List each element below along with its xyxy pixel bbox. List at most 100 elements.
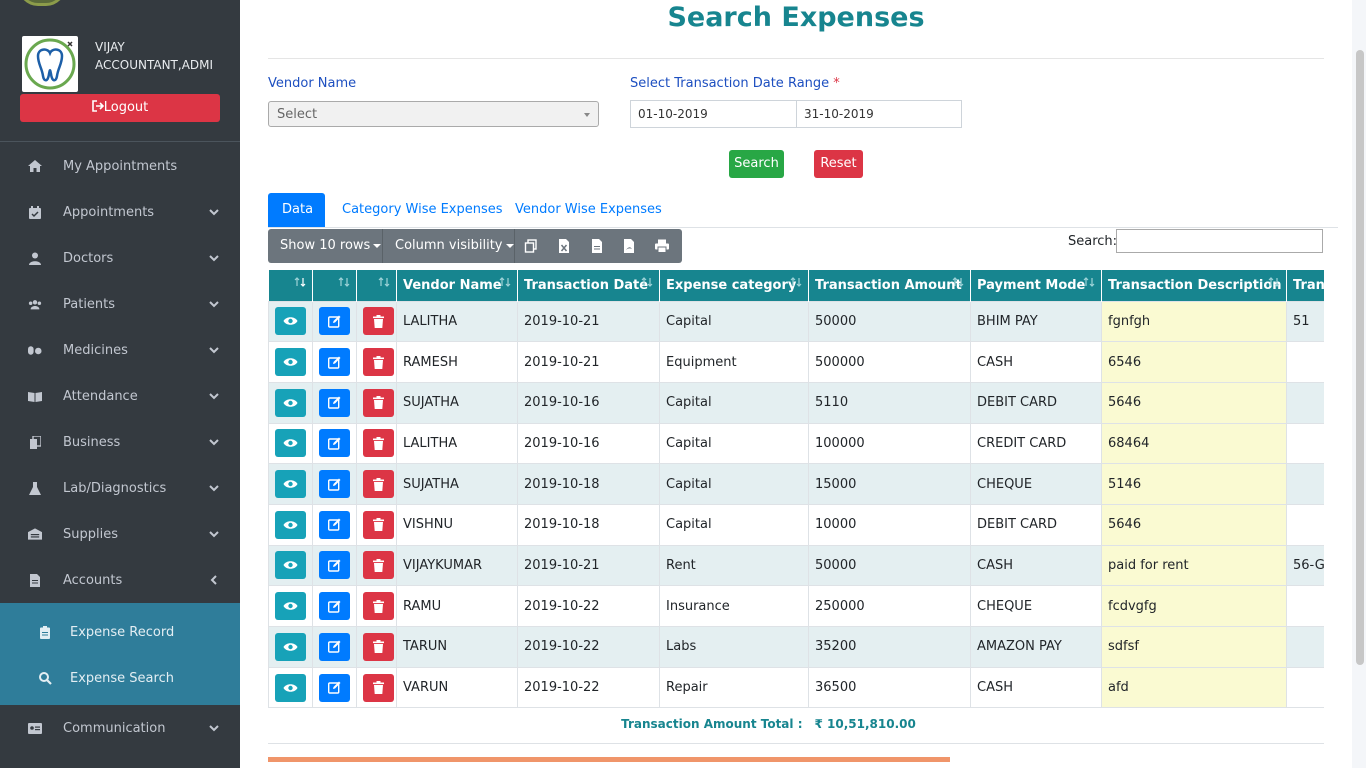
vendor-select[interactable]: Select: [268, 101, 599, 127]
scrollbar-thumb[interactable]: [1356, 50, 1364, 665]
view-button[interactable]: [275, 470, 306, 499]
cell-view: [268, 463, 313, 505]
cell-delete: [356, 463, 397, 505]
tab-data[interactable]: Data: [268, 193, 325, 227]
sidebar-item-expense-record[interactable]: Expense Record: [0, 609, 240, 655]
tab-vendor-wise-expenses[interactable]: Vendor Wise Expenses: [501, 193, 676, 227]
column-header-view[interactable]: [268, 270, 313, 301]
cell-delete: [356, 544, 397, 587]
cell-expense-category: Capital: [659, 503, 809, 546]
page-scrollbar[interactable]: [1352, 0, 1366, 768]
show-rows-button[interactable]: Show 10 rows: [280, 229, 382, 263]
column-header-delete[interactable]: [356, 270, 397, 301]
view-button[interactable]: [275, 551, 306, 580]
delete-button[interactable]: [363, 673, 394, 702]
sidebar-item-label: Expense Search: [70, 670, 174, 686]
delete-button[interactable]: [363, 632, 394, 661]
sidebar-item-label: My Appointments: [63, 158, 178, 174]
print-icon[interactable]: [655, 239, 669, 253]
eye-icon: [283, 602, 298, 610]
cell-trans: [1286, 585, 1324, 627]
sidebar-item-business[interactable]: Business: [0, 419, 240, 465]
cell-transaction-date: 2019-10-21: [517, 544, 660, 587]
search-button[interactable]: Search: [729, 150, 784, 178]
edit-button[interactable]: [319, 551, 350, 580]
sidebar-item-expense-search[interactable]: Expense Search: [0, 655, 240, 701]
column-header-payment-mode[interactable]: Payment Mode: [970, 270, 1102, 301]
column-visibility-button[interactable]: Column visibility: [395, 229, 514, 263]
delete-button[interactable]: [363, 510, 394, 539]
copy-icon[interactable]: [524, 239, 538, 253]
trash-icon: [373, 396, 384, 410]
edit-button[interactable]: [319, 348, 350, 377]
cell-delete: [356, 585, 397, 627]
edit-button[interactable]: [319, 592, 350, 621]
cell-expense-category: Repair: [659, 666, 809, 709]
sidebar-item-my-appointments[interactable]: My Appointments: [0, 143, 240, 189]
column-header-edit[interactable]: [312, 270, 357, 301]
date-to-input[interactable]: 31-10-2019: [796, 100, 962, 128]
sort-icon: [952, 277, 964, 287]
edit-button[interactable]: [319, 307, 350, 336]
sidebar-item-medicines[interactable]: Medicines: [0, 327, 240, 373]
sidebar-item-communication[interactable]: Communication: [0, 705, 240, 751]
logout-button[interactable]: Logout: [20, 94, 220, 122]
reset-button[interactable]: Reset: [814, 150, 863, 178]
view-button[interactable]: [275, 307, 306, 336]
view-button[interactable]: [275, 673, 306, 702]
cell-payment-mode: CASH: [970, 666, 1102, 709]
delete-button[interactable]: [363, 348, 394, 377]
edit-button[interactable]: [319, 673, 350, 702]
sign-out-icon: [91, 100, 104, 112]
cell-view: [268, 585, 313, 627]
edit-button[interactable]: [319, 429, 350, 458]
view-button[interactable]: [275, 388, 306, 417]
sidebar-item-attendance[interactable]: Attendance: [0, 373, 240, 419]
sidebar-item-doctors[interactable]: Doctors: [0, 235, 240, 281]
pdf-icon[interactable]: [622, 239, 636, 253]
delete-button[interactable]: [363, 307, 394, 336]
table-row: TARUN 2019-10-22 Labs 35200 AMAZON PAY sdfsf: [268, 626, 1324, 668]
sidebar-item-patients[interactable]: Patients: [0, 281, 240, 327]
view-button[interactable]: [275, 429, 306, 458]
sidebar-item-supplies[interactable]: Supplies: [0, 511, 240, 557]
delete-button[interactable]: [363, 470, 394, 499]
cell-transaction-date: 2019-10-22: [517, 626, 660, 668]
divider: [268, 58, 1324, 59]
edit-button[interactable]: [319, 510, 350, 539]
cell-vendor-name: RAMESH: [396, 341, 518, 383]
delete-button[interactable]: [363, 551, 394, 580]
table-row: SUJATHA 2019-10-18 Capital 15000 CHEQUE 5146: [268, 463, 1324, 505]
view-button[interactable]: [275, 510, 306, 539]
delete-button[interactable]: [363, 592, 394, 621]
warehouse-icon: [28, 527, 42, 541]
sidebar-item-lab-diagnostics[interactable]: Lab/Diagnostics: [0, 465, 240, 511]
date-from-input[interactable]: 01-10-2019: [630, 100, 797, 128]
column-header-expense-category[interactable]: Expense category: [659, 270, 809, 301]
user-role-text: ACCOUNTANT,ADMI: [95, 58, 214, 72]
edit-button[interactable]: [319, 470, 350, 499]
view-button[interactable]: [275, 592, 306, 621]
column-header-transaction-description[interactable]: Transaction Description: [1101, 270, 1287, 301]
delete-button[interactable]: [363, 429, 394, 458]
cell-transaction-description: fgnfgh: [1101, 300, 1287, 343]
total-value: ₹ 10,51,810.00: [808, 707, 971, 740]
column-header-vendor-name[interactable]: Vendor Name: [396, 270, 518, 301]
edit-button[interactable]: [319, 388, 350, 417]
column-header-transaction-date[interactable]: Transaction Date: [517, 270, 660, 301]
column-header-trans[interactable]: Trans: [1286, 270, 1324, 301]
view-button[interactable]: [275, 348, 306, 377]
total-empty: [970, 707, 1324, 740]
tab-category-wise-expenses[interactable]: Category Wise Expenses: [328, 193, 517, 227]
column-header-transaction-amount[interactable]: Transaction Amount: [808, 270, 971, 301]
delete-button[interactable]: [363, 388, 394, 417]
sort-icon: [790, 277, 802, 287]
table-search-input[interactable]: [1116, 229, 1323, 253]
sidebar-item-accounts[interactable]: Accounts: [0, 557, 240, 603]
edit-button[interactable]: [319, 632, 350, 661]
sidebar-item-appointments[interactable]: Appointments: [0, 189, 240, 235]
csv-icon[interactable]: [590, 239, 604, 253]
excel-icon[interactable]: [557, 239, 571, 253]
view-button[interactable]: [275, 632, 306, 661]
search-icon: [38, 671, 52, 685]
